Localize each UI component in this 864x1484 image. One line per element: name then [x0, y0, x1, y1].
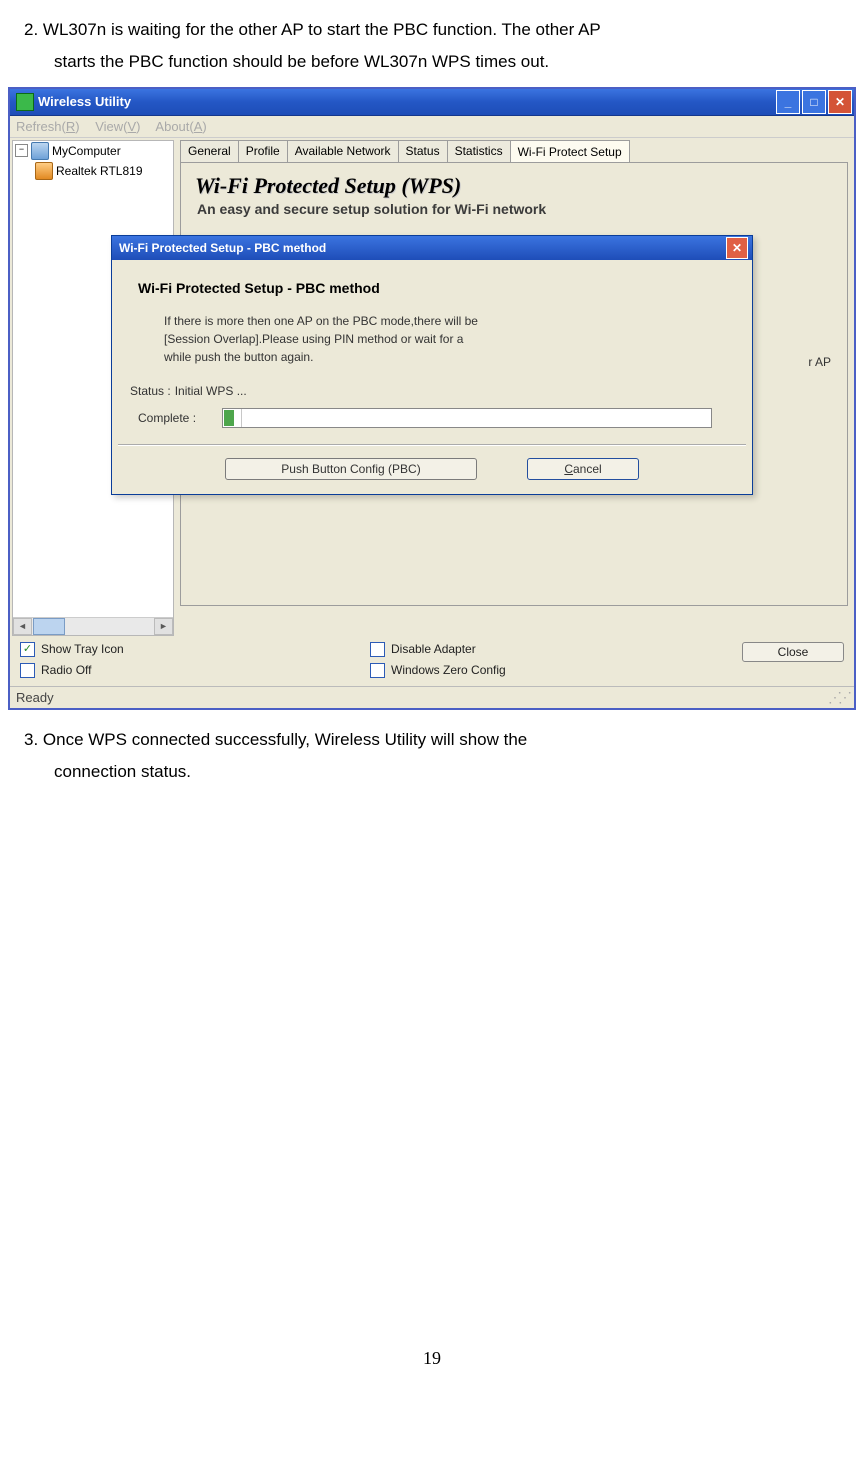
wps-heading: Wi-Fi Protected Setup (WPS) [195, 173, 837, 199]
window-title: Wireless Utility [38, 94, 774, 109]
tab-wps[interactable]: Wi-Fi Protect Setup [510, 140, 630, 162]
tab-status[interactable]: Status [398, 140, 448, 162]
zero-config-checkbox[interactable] [370, 663, 385, 678]
cancel-button[interactable]: Cancel [527, 458, 639, 480]
tab-statistics[interactable]: Statistics [447, 140, 511, 162]
app-icon [16, 93, 34, 111]
menu-refresh[interactable]: Refresh(R) [16, 119, 80, 134]
tree-root-node[interactable]: − MyComputer [13, 141, 173, 161]
radio-off-label: Radio Off [41, 663, 91, 677]
tree-collapse-icon[interactable]: − [15, 144, 28, 157]
main-area: − MyComputer Realtek RTL819 ◄ ► General … [10, 138, 854, 638]
tab-general[interactable]: General [180, 140, 239, 162]
scroll-thumb[interactable] [33, 618, 65, 635]
progress-fill [224, 410, 234, 426]
window-titlebar: Wireless Utility _ □ ✕ [10, 89, 854, 116]
step2-text: 2. WL307n is waiting for the other AP to… [24, 14, 840, 79]
step2-line2: starts the PBC function should be before… [54, 52, 549, 71]
dialog-line2: [Session Overlap].Please using PIN metho… [164, 332, 463, 346]
show-tray-checkbox[interactable]: ✓ [20, 642, 35, 657]
dialog-status-label: Status : [130, 384, 171, 398]
adapter-icon [35, 162, 53, 180]
tab-profile[interactable]: Profile [238, 140, 288, 162]
zero-config-option[interactable]: Windows Zero Config [370, 663, 506, 678]
tab-strip: General Profile Available Network Status… [180, 140, 854, 162]
close-window-button[interactable]: ✕ [828, 90, 852, 114]
dialog-progress-bar [222, 408, 712, 428]
dialog-button-row: Push Button Config (PBC) Cancel [138, 458, 726, 480]
disable-adapter-option[interactable]: Disable Adapter [370, 642, 506, 657]
dialog-divider [118, 444, 746, 446]
disable-adapter-checkbox[interactable] [370, 642, 385, 657]
menu-about[interactable]: About(A) [155, 119, 206, 134]
step3-line1: 3. Once WPS connected successfully, Wire… [24, 730, 527, 749]
zero-config-label: Windows Zero Config [391, 663, 506, 677]
pbc-button[interactable]: Push Button Config (PBC) [225, 458, 477, 480]
computer-icon [31, 142, 49, 160]
progress-segment-line [241, 409, 242, 427]
scroll-left-arrow-icon[interactable]: ◄ [13, 618, 32, 635]
dialog-close-button[interactable]: ✕ [726, 237, 748, 259]
show-tray-label: Show Tray Icon [41, 642, 124, 656]
menu-bar: Refresh(R) View(V) About(A) [10, 116, 854, 138]
show-tray-option[interactable]: ✓ Show Tray Icon [20, 642, 370, 657]
dialog-title: Wi-Fi Protected Setup - PBC method [119, 241, 726, 255]
step3-text: 3. Once WPS connected successfully, Wire… [24, 724, 840, 789]
content-area: General Profile Available Network Status… [176, 138, 854, 638]
dialog-heading: Wi-Fi Protected Setup - PBC method [138, 280, 726, 296]
pbc-dialog: Wi-Fi Protected Setup - PBC method ✕ Wi-… [111, 235, 753, 495]
radio-off-option[interactable]: Radio Off [20, 663, 370, 678]
wps-tab-body: Wi-Fi Protected Setup (WPS) An easy and … [180, 162, 848, 606]
menu-view[interactable]: View(V) [95, 119, 140, 134]
dialog-complete-label: Complete : [138, 411, 218, 425]
dialog-titlebar: Wi-Fi Protected Setup - PBC method ✕ [112, 236, 752, 260]
disable-adapter-label: Disable Adapter [391, 642, 476, 656]
bottom-options: ✓ Show Tray Icon Radio Off Disable Adapt… [10, 638, 854, 686]
status-bar: Ready ⋰⋰ [10, 686, 854, 708]
dialog-info-text: If there is more then one AP on the PBC … [164, 312, 726, 366]
maximize-button[interactable]: □ [802, 90, 826, 114]
dialog-status-value: Initial WPS ... [175, 384, 247, 398]
dialog-line3: while push the button again. [164, 350, 313, 364]
dialog-status-row: Status : Initial WPS ... [130, 384, 726, 398]
resize-grip-icon[interactable]: ⋰⋰ [828, 689, 848, 706]
tree-horizontal-scrollbar[interactable]: ◄ ► [13, 617, 173, 635]
step3-line2: connection status. [54, 762, 191, 781]
status-text: Ready [16, 690, 54, 705]
dialog-line1: If there is more then one AP on the PBC … [164, 314, 478, 328]
wireless-utility-window: Wireless Utility _ □ ✕ Refresh(R) View(V… [8, 87, 856, 710]
scroll-right-arrow-icon[interactable]: ► [154, 618, 173, 635]
page-number: 19 [0, 1348, 864, 1389]
background-ap-text-fragment: r AP [808, 355, 831, 369]
radio-off-checkbox[interactable] [20, 663, 35, 678]
minimize-button[interactable]: _ [776, 90, 800, 114]
close-button[interactable]: Close [742, 642, 844, 662]
step2-line1: 2. WL307n is waiting for the other AP to… [24, 20, 601, 39]
dialog-body: Wi-Fi Protected Setup - PBC method If th… [112, 260, 752, 494]
wps-subheading: An easy and secure setup solution for Wi… [197, 201, 837, 217]
tab-available-network[interactable]: Available Network [287, 140, 399, 162]
tree-child-node[interactable]: Realtek RTL819 [13, 161, 173, 181]
tree-root-label: MyComputer [52, 144, 121, 158]
tree-child-label: Realtek RTL819 [56, 164, 143, 178]
dialog-complete-row: Complete : [138, 408, 726, 428]
